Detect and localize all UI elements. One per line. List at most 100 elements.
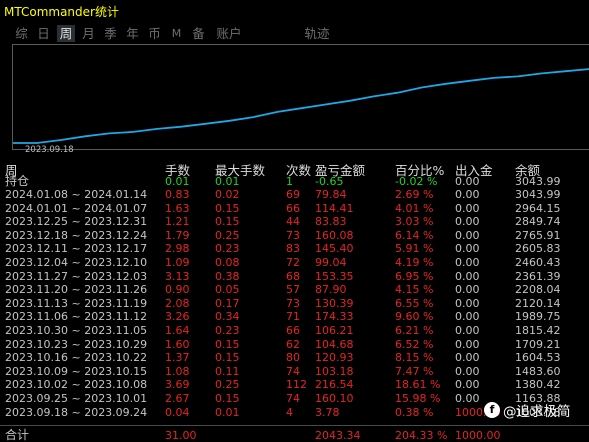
- cell-balance: 1380.42: [515, 378, 561, 392]
- cell-percent: 4.15 %: [395, 283, 434, 297]
- cell-profit: 103.18: [315, 364, 354, 378]
- cell-profit: 99.04: [315, 256, 347, 269]
- holding-row: 持仓 0.01 0.01 1 -0.65 -0.02 % 0.00 3043.9…: [0, 174, 589, 189]
- cell-lots: 2.67: [165, 392, 190, 405]
- cell-percent: 6.14 %: [395, 228, 434, 242]
- cell-balance: 1989.75: [515, 310, 561, 324]
- cell-deposit: 0.00: [455, 351, 480, 365]
- tab-account[interactable]: 账户: [214, 25, 244, 42]
- cell-count: 69: [286, 188, 300, 201]
- cell-deposit: 0.00: [455, 175, 480, 188]
- table-row: 2023.12.04 ~ 2023.12.10 1.09 0.08 72 99.04 4.…: [0, 256, 589, 269]
- cell-balance: 2964.15: [515, 201, 561, 215]
- cell-deposit: 0.00: [455, 296, 480, 310]
- cell-week: 2023.10.30 ~ 2023.11.05: [5, 324, 148, 337]
- cell-week: 2023.09.25 ~ 2023.10.01: [5, 392, 148, 405]
- tab-m[interactable]: M: [168, 25, 185, 42]
- title-bar: MTCommander统计: [0, 0, 589, 22]
- cell-balance: 1483.60: [515, 364, 561, 378]
- cell-profit: 160.10: [315, 392, 354, 405]
- cell-deposit: 0.00: [455, 228, 480, 242]
- tab-currency[interactable]: 币: [146, 25, 163, 42]
- cell-balance: 2849.74: [515, 215, 561, 229]
- cell-max-lots: 0.34: [215, 310, 240, 324]
- cell-lots: 1.09: [165, 256, 190, 269]
- cell-count: 44: [286, 215, 300, 229]
- cell-profit: 79.84: [315, 188, 347, 201]
- table-row: 2023.12.25 ~ 2023.12.31 1.21 0.15 44 83.83 3.…: [0, 215, 589, 228]
- cell-lots: 1.37: [165, 351, 190, 365]
- tab-day[interactable]: 日: [35, 25, 52, 42]
- cell-lots: 1.60: [165, 337, 190, 351]
- cell-balance: 2361.39: [515, 269, 561, 283]
- tab-track[interactable]: 轨迹: [302, 25, 332, 42]
- cell-percent: 6.52 %: [395, 337, 434, 351]
- cell-count: 62: [286, 337, 300, 351]
- cell-count: 83: [286, 242, 300, 256]
- cell-profit: -0.65: [315, 175, 344, 188]
- cell-lots: 1.79: [165, 228, 190, 242]
- cell-lots: 0.01: [165, 175, 190, 188]
- cell-max-lots: 0.01: [215, 405, 240, 419]
- cell-percent: -0.02 %: [395, 175, 438, 188]
- cell-percent: 6.55 %: [395, 296, 434, 310]
- table-row: 2023.10.23 ~ 2023.10.29 1.60 0.15 62 104.68 6…: [0, 338, 589, 351]
- cell-balance: 1709.21: [515, 337, 561, 351]
- cell-deposit: 0.00: [455, 324, 480, 337]
- watermark-text: @追求极简: [503, 404, 571, 420]
- cell-max-lots: 0.05: [215, 283, 240, 297]
- cell-lots: 3.13: [165, 269, 190, 283]
- balance-line: [13, 68, 589, 144]
- cell-profit: 87.90: [315, 283, 347, 297]
- cell-max-lots: 0.15: [215, 215, 240, 229]
- table-row: 2023.10.02 ~ 2023.10.08 3.69 0.25 112 216.54…: [0, 378, 589, 391]
- cell-count: 72: [286, 256, 300, 269]
- cell-week: 持仓: [5, 174, 30, 188]
- total-deposit: 1000.00: [455, 429, 501, 442]
- cell-max-lots: 0.15: [215, 337, 240, 351]
- table-row: 2023.11.20 ~ 2023.11.26 0.90 0.05 57 87.90 4.…: [0, 283, 589, 296]
- cell-lots: 0.04: [165, 405, 190, 419]
- cell-lots: 1.64: [165, 324, 190, 337]
- cell-week: 2023.09.18 ~ 2023.09.24: [5, 405, 148, 419]
- cell-lots: 1.08: [165, 364, 190, 378]
- cell-percent: 15.98 %: [395, 392, 441, 405]
- tab-note[interactable]: 备: [190, 25, 207, 42]
- table-row: 2023.11.13 ~ 2023.11.19 2.08 0.17 73 130.39 6…: [0, 297, 589, 310]
- cell-lots: 0.83: [165, 188, 190, 201]
- cell-week: 2023.11.13 ~ 2023.11.19: [5, 296, 148, 310]
- cell-deposit: 0.00: [455, 283, 480, 297]
- tab-year[interactable]: 年: [124, 25, 141, 42]
- cell-deposit: 0.00: [455, 269, 480, 283]
- cell-profit: 104.68: [315, 337, 354, 351]
- total-profit: 2043.34: [315, 429, 361, 442]
- cell-percent: 5.91 %: [395, 242, 434, 256]
- cell-balance: 2208.04: [515, 283, 561, 297]
- cell-deposit: 0.00: [455, 364, 480, 378]
- tab-summary[interactable]: 综: [13, 25, 30, 42]
- cell-deposit: 0.00: [455, 310, 480, 324]
- cell-count: 74: [286, 392, 300, 405]
- tab-quarter[interactable]: 季: [102, 25, 119, 42]
- cell-count: 73: [286, 228, 300, 242]
- cell-count: 71: [286, 310, 300, 324]
- cell-week: 2023.10.16 ~ 2023.10.22: [5, 351, 148, 365]
- app-title: MTCommander统计: [4, 5, 119, 19]
- cell-deposit: 0.00: [455, 242, 480, 256]
- cell-max-lots: 0.25: [215, 228, 240, 242]
- cell-week: 2024.01.01 ~ 2024.01.07: [5, 201, 148, 215]
- watermark: f @追求极简: [484, 400, 571, 420]
- tab-month[interactable]: 月: [80, 25, 97, 42]
- balance-line-svg: [13, 68, 589, 144]
- cell-max-lots: 0.08: [215, 256, 240, 269]
- cell-balance: 2460.43: [515, 256, 561, 269]
- cell-count: 74: [286, 364, 300, 378]
- cell-profit: 153.35: [315, 269, 354, 283]
- cell-profit: 114.41: [315, 201, 354, 215]
- total-lots: 31.00: [165, 429, 197, 442]
- cell-balance: 2120.14: [515, 296, 561, 310]
- table-row: 2023.11.27 ~ 2023.12.03 3.13 0.38 68 153.35 6…: [0, 270, 589, 283]
- tab-week[interactable]: 周: [57, 25, 75, 42]
- cell-balance: 1815.42: [515, 324, 561, 337]
- cell-max-lots: 0.15: [215, 201, 240, 215]
